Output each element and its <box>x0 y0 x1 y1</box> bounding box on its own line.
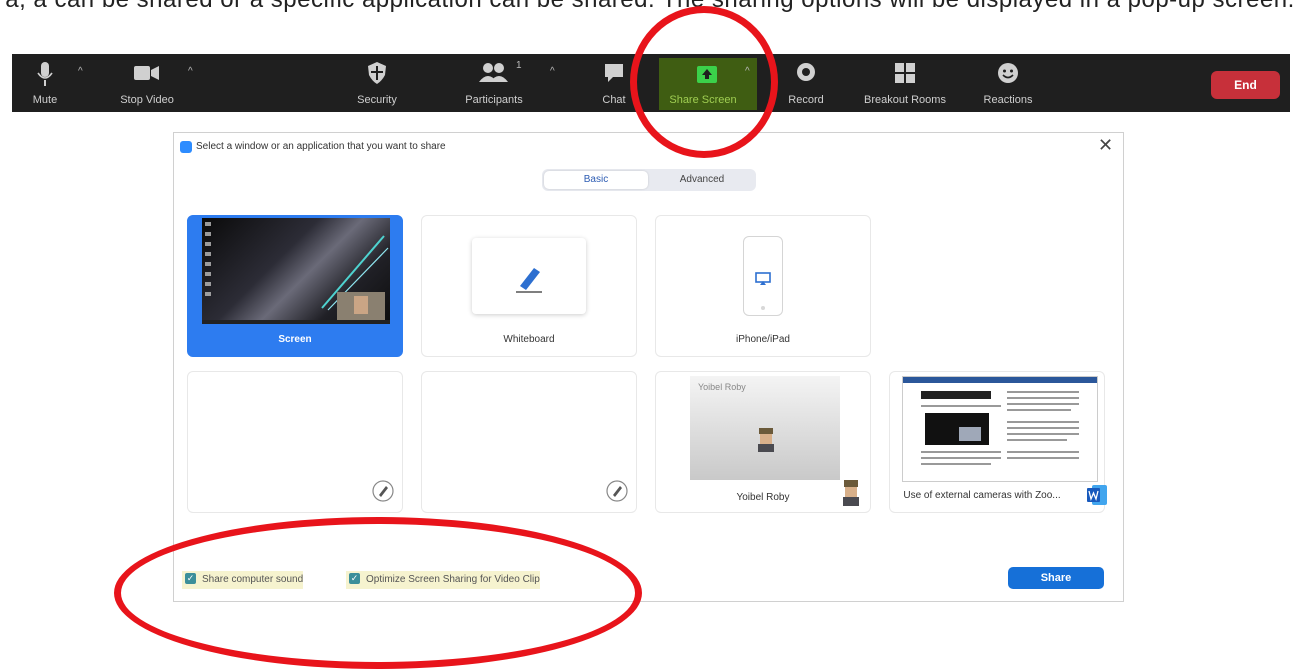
airplay-icon <box>755 272 771 310</box>
word-icon <box>1087 485 1107 505</box>
tile-yoibel-roby[interactable]: Yoibel Roby Yoibel Roby <box>655 371 871 513</box>
share-caret-icon[interactable]: ^ <box>745 66 750 77</box>
tile-screen-label: Screen <box>278 334 312 345</box>
reactions-button[interactable]: Reactions <box>983 54 1033 112</box>
record-label: Record <box>788 94 824 106</box>
annotate-pen-icon <box>372 480 394 502</box>
record-icon <box>797 63 815 81</box>
breakout-rooms-button[interactable]: Breakout Rooms <box>864 54 946 112</box>
tab-basic[interactable]: Basic <box>544 171 648 189</box>
breakout-rooms-icon <box>895 63 915 83</box>
share-screen-icon <box>697 66 717 83</box>
word-doc-thumbnail <box>902 376 1098 482</box>
clipped-instruction-text: a, a can be shared or a specific applica… <box>0 0 1300 26</box>
dialog-footer: ✓ Share computer sound ✓ Optimize Screen S… <box>174 541 1123 601</box>
breakout-rooms-label: Breakout Rooms <box>864 94 946 106</box>
reactions-label: Reactions <box>983 94 1033 106</box>
participants-label: Participants <box>465 94 523 106</box>
share-screen-dialog: Select a window or an application that y… <box>173 132 1124 602</box>
participants-icon <box>479 63 508 82</box>
mute-label: Mute <box>32 94 58 106</box>
checkbox-checked-icon[interactable]: ✓ <box>349 572 360 584</box>
avatar-icon <box>758 428 774 452</box>
tile-yoibel-roby-label: Yoibel Roby <box>736 492 790 503</box>
share-sound-option[interactable]: ✓ Share computer sound <box>182 571 304 589</box>
meeting-toolbar: Mute ^ Stop Video ^ Security 1 Participa… <box>12 54 1290 112</box>
chat-bubble-icon <box>605 64 623 82</box>
mute-caret-icon[interactable]: ^ <box>78 66 83 77</box>
tile-word-document[interactable]: Use of external cameras with Zoo... <box>889 371 1107 513</box>
end-button[interactable]: End <box>1211 71 1280 99</box>
share-sound-label: Share computer sound <box>202 574 304 585</box>
smiley-icon <box>998 63 1018 83</box>
optimize-video-option[interactable]: ✓ Optimize Screen Sharing for Video Clip <box>346 571 540 589</box>
checkbox-checked-icon[interactable]: ✓ <box>185 572 196 584</box>
microphone-icon <box>37 62 53 86</box>
yoibel-thumb-text: Yoibel Roby <box>698 382 746 392</box>
record-button[interactable]: Record <box>786 54 826 112</box>
optimize-label: Optimize Screen Sharing for Video Clip <box>366 574 540 585</box>
mute-button[interactable]: Mute <box>30 54 60 112</box>
shield-icon <box>368 62 386 84</box>
whiteboard-card <box>472 238 586 314</box>
tab-switcher: Basic Advanced <box>542 169 756 191</box>
share-screen-label: Share Screen <box>669 94 737 106</box>
participants-count: 1 <box>516 60 522 71</box>
stop-video-label: Stop Video <box>120 94 174 106</box>
chat-button[interactable]: Chat <box>594 54 634 112</box>
phone-outline <box>743 236 783 316</box>
tile-blank-1[interactable] <box>187 371 403 513</box>
dialog-title: Select a window or an application that y… <box>196 141 446 152</box>
tile-whiteboard[interactable]: Whiteboard <box>421 215 637 357</box>
chat-label: Chat <box>602 94 626 106</box>
share-button[interactable]: Share <box>1008 567 1104 589</box>
yoibel-thumbnail: Yoibel Roby <box>690 376 840 480</box>
pencil-icon <box>516 268 542 293</box>
tile-word-document-label: Use of external cameras with Zoo... <box>903 490 1061 501</box>
participants-caret-icon[interactable]: ^ <box>550 66 555 77</box>
zoom-logo-icon <box>180 141 192 153</box>
video-caret-icon[interactable]: ^ <box>188 66 193 77</box>
document-preview-icon <box>903 377 1097 465</box>
annotate-pen-icon <box>606 480 628 502</box>
clipped-text: a, a can be shared or a specific applica… <box>0 0 1300 14</box>
tile-iphone-ipad[interactable]: iPhone/iPad <box>655 215 871 357</box>
screen-thumbnail <box>202 218 390 324</box>
stop-video-button[interactable]: Stop Video <box>120 54 174 112</box>
tab-advanced[interactable]: Advanced <box>650 171 754 189</box>
tile-blank-2[interactable] <box>421 371 637 513</box>
share-screen-button[interactable]: ^ Share Screen <box>659 58 757 110</box>
screen-desktop-icons <box>202 222 390 324</box>
tile-iphone-ipad-label: iPhone/iPad <box>736 334 790 345</box>
tile-whiteboard-label: Whiteboard <box>503 334 555 345</box>
security-label: Security <box>357 94 397 106</box>
participants-button[interactable]: 1 Participants <box>464 54 524 112</box>
video-camera-icon <box>134 66 159 80</box>
close-icon[interactable]: ✕ <box>1098 135 1113 156</box>
tile-screen[interactable]: Screen <box>187 215 403 357</box>
security-button[interactable]: Security <box>355 54 399 112</box>
